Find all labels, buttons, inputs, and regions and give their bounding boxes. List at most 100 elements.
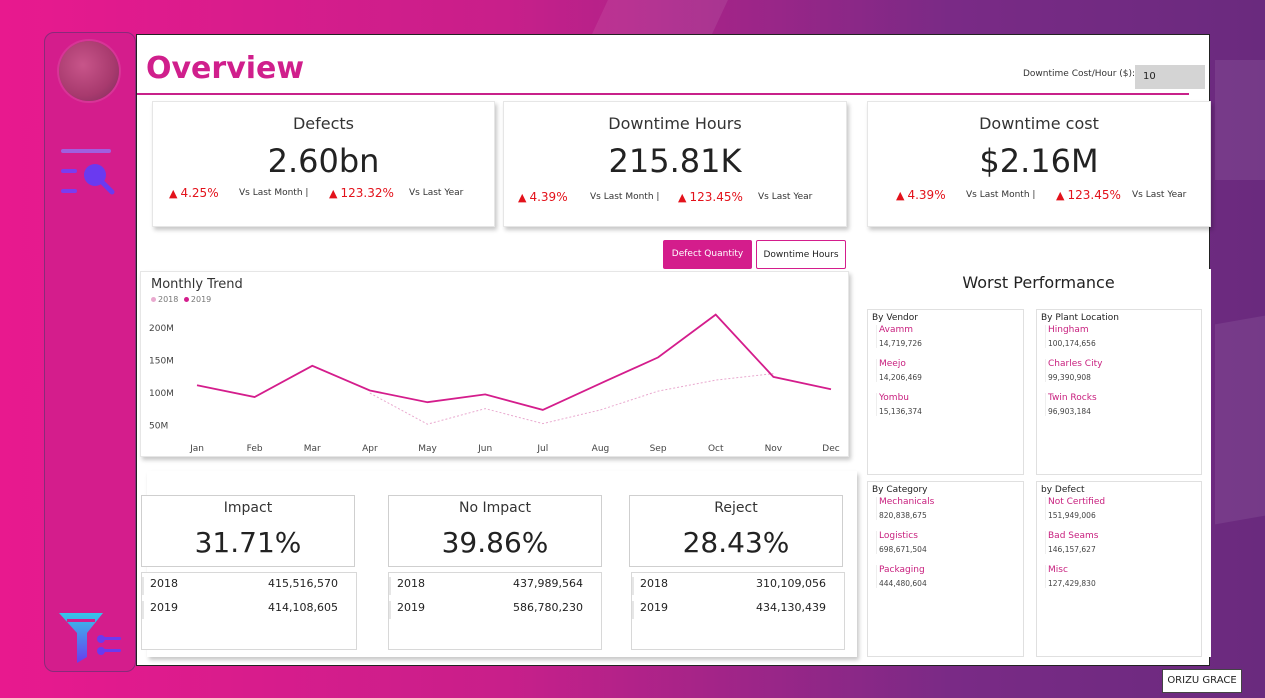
worst-item-value: 96,903,184: [1048, 407, 1091, 416]
x-tick-label: Apr: [362, 444, 378, 454]
worst-panel-heading: By Vendor: [872, 313, 918, 323]
background-shape: [1215, 60, 1265, 180]
background-shape: [1215, 315, 1265, 525]
kpi-title: Downtime Hours: [608, 114, 742, 133]
title-divider: [137, 93, 1189, 95]
downtime-hours-toggle[interactable]: Downtime Hours: [756, 240, 846, 269]
main-panel: Overview Downtime Cost/Hour ($): 10 Defe…: [136, 34, 1211, 666]
worst-item[interactable]: Avamm 14,719,726: [876, 325, 922, 348]
kpi-title: Defects: [292, 114, 355, 133]
kpi-value: 215.81K: [608, 142, 742, 180]
downtime-cost-label: Downtime Cost/Hour ($):: [1023, 69, 1136, 79]
up-triangle-icon: ▲: [1056, 189, 1065, 202]
table-row: 2018 437,989,564: [389, 577, 601, 595]
x-tick-label: Feb: [247, 444, 263, 454]
x-tick-label: Dec: [822, 444, 839, 454]
worst-item-name: Not Certified: [1048, 497, 1106, 507]
worst-item[interactable]: Not Certified 151,949,006: [1045, 497, 1105, 520]
y-tick-label: 100M: [149, 389, 174, 399]
worst-performance-card: Worst Performance By Vendor Avamm 14,719,7…: [866, 269, 1211, 657]
x-tick-label: Jul: [536, 444, 548, 454]
row-value: 586,780,230: [513, 601, 583, 614]
worst-panel: By Category Mechanicals 820,838,675 Logisti…: [867, 481, 1024, 657]
row-value: 415,516,570: [268, 577, 338, 590]
kpi-title: Downtime cost: [979, 114, 1099, 133]
worst-panel: by Defect Not Certified 151,949,006 Bad Sea…: [1036, 481, 1202, 657]
impact-value: 28.43%: [682, 526, 790, 559]
worst-item[interactable]: Packaging 444,480,604: [876, 565, 927, 588]
series-line-2019: [196, 313, 832, 411]
kpi-comparison: ▲ 4.39% Vs Last Month | ▲ 123.45% Vs Last …: [868, 188, 1210, 206]
trend-chart: 50M 100M 150M 200M Jan Feb Mar Apr May Jun Jul Aug S…: [149, 313, 840, 454]
y-tick-label: 50M: [149, 422, 168, 432]
filter-icon[interactable]: [57, 609, 123, 665]
worst-item-name: Twin Rocks: [1048, 393, 1097, 403]
row-value: 414,108,605: [268, 601, 338, 614]
impact-kpi-box: No Impact 39.86%: [388, 495, 602, 567]
x-tick-label: May: [418, 444, 437, 454]
x-tick-label: Jun: [477, 444, 492, 454]
worst-item-value: 698,671,504: [879, 545, 927, 554]
search-report-icon[interactable]: [59, 145, 115, 201]
worst-item-name: Logistics: [879, 531, 918, 541]
worst-item[interactable]: Twin Rocks 96,903,184: [1045, 393, 1097, 416]
worst-item-name: Misc: [1048, 565, 1068, 575]
worst-item-value: 14,206,469: [879, 373, 922, 382]
impact-title: No Impact: [459, 500, 531, 516]
up-triangle-icon: ▲: [678, 191, 687, 204]
kpi-card-downtime-cost: Downtime cost $2.16M ▲ 4.39% Vs Last Mont…: [867, 101, 1211, 227]
worst-panel: By Plant Location Hingham 100,174,656 Charl…: [1036, 309, 1202, 475]
month-delta: ▲ 4.39%: [518, 190, 568, 204]
worst-item-value: 127,429,830: [1048, 579, 1096, 588]
y-tick-label: 200M: [149, 324, 174, 334]
worst-item[interactable]: Hingham 100,174,656: [1045, 325, 1096, 348]
series-line-2018: [369, 373, 774, 425]
table-row: 2018 415,516,570: [142, 577, 356, 595]
x-tick-label: Mar: [304, 444, 321, 454]
worst-item-value: 146,157,627: [1048, 545, 1096, 554]
worst-item-value: 151,949,006: [1048, 511, 1096, 520]
table-row: 2019 586,780,230: [389, 601, 601, 619]
author-badge: ORIZU GRACE: [1162, 669, 1242, 693]
impact-title: Reject: [714, 500, 758, 516]
worst-item-name: Meejo: [879, 359, 906, 369]
month-label: Vs Last Month |: [966, 190, 1036, 200]
x-tick-label: Oct: [708, 444, 724, 454]
downtime-cost-input[interactable]: 10: [1135, 65, 1205, 89]
worst-item-value: 100,174,656: [1048, 339, 1096, 348]
impact-kpi-box: Reject 28.43%: [629, 495, 843, 567]
table-row: 2019 414,108,605: [142, 601, 356, 619]
worst-item[interactable]: Mechanicals 820,838,675: [876, 497, 934, 520]
worst-item[interactable]: Meejo 14,206,469: [876, 359, 922, 382]
y-tick-label: 150M: [149, 357, 174, 367]
worst-item[interactable]: Misc 127,429,830: [1045, 565, 1096, 588]
row-year: 2019: [397, 601, 425, 614]
x-tick-label: Nov: [765, 444, 783, 454]
row-year: 2018: [640, 577, 668, 590]
logo-icon: [59, 41, 119, 101]
worst-item[interactable]: Logistics 698,671,504: [876, 531, 927, 554]
defect-quantity-toggle[interactable]: Defect Quantity: [663, 240, 752, 269]
kpi-card-defects: Defects 2.60bn ▲ 4.25% Vs Last Month | ▲ 1…: [152, 101, 495, 227]
year-delta: ▲ 123.45%: [678, 190, 743, 204]
sidebar: [44, 32, 136, 672]
worst-item-name: Charles City: [1048, 359, 1103, 369]
worst-item-name: Packaging: [879, 565, 925, 575]
kpi-value: $2.16M: [979, 142, 1099, 180]
worst-item[interactable]: Yombu 15,136,374: [876, 393, 922, 416]
worst-item-value: 444,480,604: [879, 579, 927, 588]
worst-item[interactable]: Bad Seams 146,157,627: [1045, 531, 1098, 554]
table-row: 2019 434,130,439: [632, 601, 844, 619]
worst-item[interactable]: Charles City 99,390,908: [1045, 359, 1102, 382]
table-row: 2018 310,109,056: [632, 577, 844, 595]
kpi-comparison: ▲ 4.39% Vs Last Month | ▲ 123.45% Vs Last …: [504, 190, 846, 208]
x-tick-label: Jan: [189, 444, 204, 454]
worst-item-value: 820,838,675: [879, 511, 927, 520]
monthly-trend-card: Monthly Trend 2018 2019 50M 100M 150M 200M J…: [140, 271, 849, 457]
worst-item-value: 99,390,908: [1048, 373, 1091, 382]
up-triangle-icon: ▲: [169, 187, 178, 200]
kpi-card-downtime-hours: Downtime Hours 215.81K ▲ 4.39% Vs Last Mo…: [503, 101, 847, 227]
impact-year-table: 2018 310,109,056 2019 434,130,439: [631, 572, 845, 650]
background-shape: [592, 0, 728, 34]
worst-panel-heading: By Plant Location: [1041, 313, 1119, 323]
